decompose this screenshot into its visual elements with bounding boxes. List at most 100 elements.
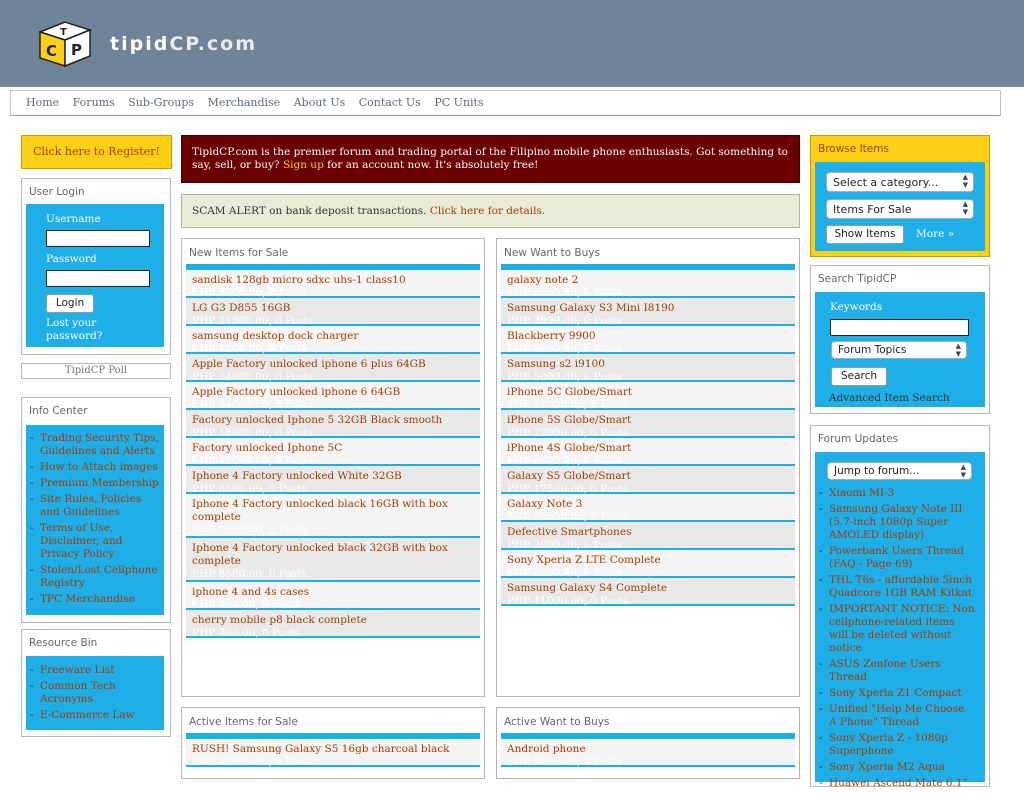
item-name-link[interactable]: sandisk 128gb micro sdxc uhs-1 class10 bbox=[192, 274, 474, 287]
list-item[interactable]: LG G3 D855 16GB PHP 21500.00, 0 Posts bbox=[186, 298, 480, 327]
forum-update-link[interactable]: Unified "Help Me Choose A Phone" Thread bbox=[815, 703, 975, 729]
item-name-link[interactable]: Galaxy Note 3 bbox=[507, 498, 789, 511]
forum-update-link[interactable]: Sony Xperia Z - 1080p Superphone bbox=[815, 732, 975, 758]
item-name-link[interactable]: Samsung Galaxy S4 Complete bbox=[507, 582, 789, 595]
forum-update-link[interactable]: THL T6s - affordable 5inch Quadcore 1GB … bbox=[815, 574, 975, 600]
list-item[interactable]: iPhone 5S Globe/Smart PHP 22000.00, 0 Pos… bbox=[501, 410, 795, 439]
item-name-link[interactable]: Factory unlocked Iphone 5C bbox=[192, 442, 474, 455]
nav-contact-us[interactable]: Contact Us bbox=[359, 91, 421, 115]
item-name-link[interactable]: Apple Factory unlocked iphone 6 64GB bbox=[192, 386, 474, 399]
item-name-link[interactable]: Defective Smartphones bbox=[507, 526, 789, 539]
forum-update-link[interactable]: Huawei Ascend Mate 6.1" bbox=[815, 777, 975, 790]
category-select[interactable]: Select a category... ▲ ▼ bbox=[826, 172, 974, 192]
info-center-list: Trading Security Tips, Guidelines and Al… bbox=[26, 425, 164, 615]
list-item[interactable]: Samsung Galaxy S4 Complete PHP 11000.00, … bbox=[501, 578, 795, 607]
info-link-merchandise[interactable]: TPC Merchandise bbox=[26, 593, 164, 606]
listing-type-select[interactable]: Items For Sale ▲ ▼ bbox=[826, 199, 974, 219]
list-item[interactable]: Samsung s2 i9100 PHP 5000.00, 0 Posts bbox=[501, 354, 795, 383]
cube-letter-p: P bbox=[71, 41, 82, 59]
list-item[interactable]: Factory unlocked Iphone 5 32GB Black smo… bbox=[186, 410, 480, 439]
list-item[interactable]: sandisk 128gb micro sdxc uhs-1 class10 PH… bbox=[186, 270, 480, 299]
tipidcp-poll[interactable]: TipidCP Poll bbox=[21, 363, 171, 379]
list-item[interactable]: Galaxy S5 Globe/Smart PHP 17500.00, 0 Pos… bbox=[501, 466, 795, 495]
search-button[interactable]: Search bbox=[831, 367, 887, 386]
advanced-search-link[interactable]: Advanced Item Search bbox=[829, 392, 950, 404]
list-item[interactable]: samsung desktop dock charger PHP 1500.00,… bbox=[186, 326, 480, 355]
nav-about-us[interactable]: About Us bbox=[294, 91, 346, 115]
item-name-link[interactable]: RUSH! Samsung Galaxy S5 16gb charcoal bl… bbox=[192, 743, 474, 756]
list-item[interactable]: galaxy note 2 PHP 8000.00, 0 Posts bbox=[501, 270, 795, 299]
signup-link[interactable]: Sign up bbox=[283, 159, 324, 171]
list-item[interactable]: Android phone PHP 5000.00, 2 Posts bbox=[501, 739, 795, 768]
list-item[interactable]: Iphone 4 Factory unlocked black 32GB wit… bbox=[186, 538, 480, 582]
scam-details-link[interactable]: Click here for details. bbox=[430, 205, 545, 217]
forum-update-link[interactable]: ASUS Zenfone Users Thread bbox=[815, 658, 975, 684]
item-name-link[interactable]: Apple Factory unlocked iphone 6 plus 64G… bbox=[192, 358, 474, 371]
list-item[interactable]: Defective Smartphones PHP 2000.00, 0 Post… bbox=[501, 522, 795, 551]
item-name-link[interactable]: Galaxy S5 Globe/Smart bbox=[507, 470, 789, 483]
list-item[interactable]: Apple Factory unlocked iphone 6 plus 64G… bbox=[186, 354, 480, 383]
item-name-link[interactable]: iphone 4 and 4s cases bbox=[192, 586, 474, 599]
item-name-link[interactable]: Factory unlocked Iphone 5 32GB Black smo… bbox=[192, 414, 474, 427]
item-name-link[interactable]: samsung desktop dock charger bbox=[192, 330, 474, 343]
item-name-link[interactable]: iPhone 5S Globe/Smart bbox=[507, 414, 789, 427]
nav-forums[interactable]: Forums bbox=[73, 91, 115, 115]
list-item[interactable]: Iphone 4 Factory unlocked black 16GB wit… bbox=[186, 494, 480, 538]
username-input[interactable] bbox=[46, 230, 150, 247]
keywords-input[interactable] bbox=[830, 319, 969, 336]
forum-update-link[interactable]: IMPORTANT NOTICE: Non cellphone-related … bbox=[815, 603, 975, 655]
list-item[interactable]: Iphone 4 Factory unlocked White 32GB PHP … bbox=[186, 466, 480, 495]
item-name-link[interactable]: cherry mobile p8 black complete bbox=[192, 614, 474, 627]
info-link-stolen-registry[interactable]: Stolen/Lost Cellphone Registry bbox=[26, 564, 164, 590]
site-logo-text[interactable]: tipidCP.com bbox=[110, 33, 257, 55]
forum-update-link[interactable]: Sony Xperia Z1 Compact bbox=[815, 687, 975, 700]
more-link[interactable]: More » bbox=[916, 228, 954, 240]
jump-forum-select[interactable]: Jump to forum... ▲ ▼ bbox=[827, 462, 972, 480]
nav-sub-groups[interactable]: Sub-Groups bbox=[128, 91, 194, 115]
list-item[interactable]: Apple Factory unlocked iphone 6 64GB PHP … bbox=[186, 382, 480, 411]
item-name-link[interactable]: Iphone 4 Factory unlocked black 32GB wit… bbox=[192, 542, 474, 568]
item-name-link[interactable]: Samsung s2 i9100 bbox=[507, 358, 789, 371]
list-item[interactable]: Blackberry 9900 PHP 5000.00, 0 Posts bbox=[501, 326, 795, 355]
resource-link-freeware[interactable]: Freeware List bbox=[26, 664, 164, 677]
nav-pc-units[interactable]: PC Units bbox=[434, 91, 483, 115]
item-name-link[interactable]: Iphone 4 Factory unlocked White 32GB bbox=[192, 470, 474, 483]
forum-update-link[interactable]: Samsung Galaxy Note III (5.7-inch 1080p … bbox=[815, 503, 975, 542]
cube-logo-icon[interactable]: T C P bbox=[38, 20, 92, 68]
search-scope-select[interactable]: Forum Topics ▲ ▼ bbox=[831, 341, 967, 359]
list-item[interactable]: RUSH! Samsung Galaxy S5 16gb charcoal bl… bbox=[186, 739, 480, 768]
info-link-premium[interactable]: Premium Membership bbox=[26, 477, 164, 490]
item-name-link[interactable]: iPhone 5C Globe/Smart bbox=[507, 386, 789, 399]
info-link-terms[interactable]: Terms of Use, Disclaimer, and Privacy Po… bbox=[26, 522, 164, 561]
nav-home[interactable]: Home bbox=[26, 91, 59, 115]
list-item[interactable]: Galaxy Note 3 PHP 15000.00, 0 Posts bbox=[501, 494, 795, 523]
resource-link-ecommerce[interactable]: E-Commerce Law bbox=[26, 709, 164, 722]
item-name-link[interactable]: Sony Xperia Z LTE Complete bbox=[507, 554, 789, 567]
list-item[interactable]: iphone 4 and 4s cases PHP 200.00, 0 Posts bbox=[186, 582, 480, 611]
item-name-link[interactable]: LG G3 D855 16GB bbox=[192, 302, 474, 315]
item-name-link[interactable]: iPhone 4S Globe/Smart bbox=[507, 442, 789, 455]
lost-password-link[interactable]: Lost your password? bbox=[46, 317, 126, 343]
password-input[interactable] bbox=[46, 270, 150, 287]
list-item[interactable]: cherry mobile p8 black complete PHP 700.0… bbox=[186, 610, 480, 639]
list-item[interactable]: Sony Xperia Z LTE Complete PHP 6500.00, 0… bbox=[501, 550, 795, 579]
register-button[interactable]: Click here to Register! bbox=[21, 135, 172, 169]
info-link-attach-images[interactable]: How to Attach images bbox=[26, 461, 164, 474]
resource-link-acronyms[interactable]: Common Tech Acronyms bbox=[26, 680, 164, 706]
list-item[interactable]: iPhone 5C Globe/Smart PHP 15000.00, 0 Pos… bbox=[501, 382, 795, 411]
item-name-link[interactable]: Iphone 4 Factory unlocked black 16GB wit… bbox=[192, 498, 474, 524]
item-name-link[interactable]: Android phone bbox=[507, 743, 789, 756]
info-link-security-tips[interactable]: Trading Security Tips, Guidelines and Al… bbox=[26, 432, 164, 458]
info-link-site-rules[interactable]: Site Rules, Policies and Guidelines bbox=[26, 493, 164, 519]
forum-update-link[interactable]: Xiaomi MI-3 bbox=[815, 487, 975, 500]
nav-merchandise[interactable]: Merchandise bbox=[208, 91, 281, 115]
item-name-link[interactable]: Samsung Galaxy S3 Mini I8190 bbox=[507, 302, 789, 315]
item-name-link[interactable]: galaxy note 2 bbox=[507, 274, 789, 287]
list-item[interactable]: Samsung Galaxy S3 Mini I8190 PHP 3999.00,… bbox=[501, 298, 795, 327]
forum-update-link[interactable]: Powerbank Users Thread (FAQ - Page 69) bbox=[815, 545, 975, 571]
item-name-link[interactable]: Blackberry 9900 bbox=[507, 330, 789, 343]
list-item[interactable]: iPhone 4S Globe/Smart PHP 8000.00, 0 Post… bbox=[501, 438, 795, 467]
list-item[interactable]: Factory unlocked Iphone 5C PHP 10000.00, … bbox=[186, 438, 480, 467]
login-button[interactable]: Login bbox=[46, 294, 94, 313]
show-items-button[interactable]: Show Items bbox=[826, 225, 904, 244]
